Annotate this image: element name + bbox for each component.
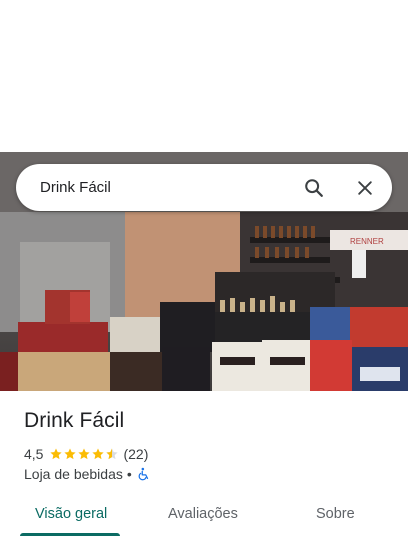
tab-label: Visão geral <box>35 506 108 522</box>
tab-label: Sobre <box>316 506 355 522</box>
tab-reviews[interactable]: Avaliações <box>168 492 238 536</box>
place-category: Loja de bebidas <box>24 466 123 482</box>
tab-bar: Visão geral Avaliações Sobre <box>0 492 408 536</box>
reviews-count: (22) <box>123 446 149 462</box>
star-icon <box>50 448 63 460</box>
search-button[interactable] <box>301 175 327 201</box>
star-icon <box>92 448 105 460</box>
tab-about[interactable]: Sobre <box>316 492 355 536</box>
category-row: Loja de bebidas • <box>24 465 151 483</box>
wheelchair-icon <box>138 467 148 481</box>
close-icon <box>358 181 372 195</box>
star-icon <box>64 448 77 460</box>
tab-label: Avaliações <box>168 506 238 522</box>
search-input[interactable] <box>40 164 280 211</box>
rating-row[interactable]: 4,5 (22) <box>24 445 148 463</box>
rating-stars <box>49 447 119 461</box>
active-tab-indicator <box>20 533 120 536</box>
search-bar <box>16 164 392 211</box>
star-half-icon <box>106 448 119 460</box>
svg-text:RENNER: RENNER <box>350 237 384 246</box>
clear-search-button[interactable] <box>352 175 378 201</box>
search-icon <box>305 179 323 197</box>
star-icon <box>78 448 91 460</box>
separator-dot: • <box>126 466 132 482</box>
rating-value: 4,5 <box>24 446 44 462</box>
tab-overview[interactable]: Visão geral <box>35 492 107 536</box>
place-title: Drink Fácil <box>24 409 125 432</box>
